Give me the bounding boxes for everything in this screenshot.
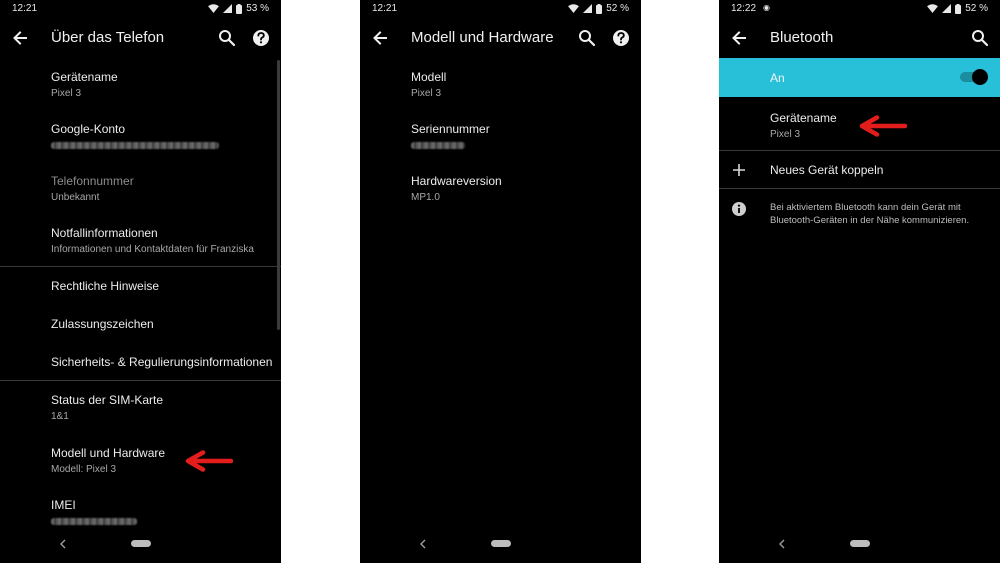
nav-back-icon[interactable] (417, 538, 429, 550)
battery-level: 52 % (606, 3, 629, 14)
item-title: Zulassungszeichen (51, 317, 154, 331)
nav-home-pill[interactable] (491, 540, 511, 547)
item-title: Modell und Hardware (51, 446, 166, 460)
item-title: IMEI (51, 498, 76, 512)
item-title: Hardwareversion (411, 174, 502, 188)
signal-icon (583, 4, 592, 13)
wifi-icon (208, 4, 219, 13)
divider (0, 380, 281, 381)
item-subtitle: Unbekannt (51, 192, 100, 203)
red-arrow-icon (183, 450, 233, 472)
screen-model-hardware: 12:21 52 % Modell und Hardware Modell Pi… (360, 0, 641, 563)
redacted-value (411, 142, 465, 149)
item-subtitle: Pixel 3 (411, 88, 442, 99)
app-bar: Modell und Hardware (360, 18, 641, 58)
item-title: Rechtliche Hinweise (51, 279, 160, 293)
battery-icon (955, 4, 961, 14)
item-sim-status[interactable]: Status der SIM-Karte 1&1 (51, 393, 273, 422)
nav-back-icon[interactable] (57, 538, 69, 550)
scrollbar[interactable] (277, 60, 280, 330)
divider (0, 266, 281, 267)
search-icon[interactable] (217, 28, 237, 48)
search-icon[interactable] (970, 28, 990, 48)
item-title: Google-Konto (51, 122, 126, 136)
plus-icon (731, 162, 747, 178)
battery-icon (596, 4, 602, 14)
item-google-account[interactable]: Google-Konto (51, 122, 273, 154)
item-regulatory-labels[interactable]: Zulassungszeichen (51, 317, 273, 331)
item-device-name[interactable]: Gerätename Pixel 3 (51, 70, 273, 99)
signal-icon (942, 4, 951, 13)
divider (719, 188, 1000, 189)
nav-bar (360, 533, 641, 555)
app-bar: Über das Telefon (0, 18, 281, 58)
bluetooth-toggle-bar[interactable]: An (719, 58, 1000, 97)
item-safety-regulatory[interactable]: Sicherheits- & Regulierungsinformationen (51, 355, 273, 369)
red-arrow-icon (857, 115, 907, 137)
search-icon[interactable] (577, 28, 597, 48)
status-time: 12:21 (12, 3, 38, 14)
nav-bar (719, 533, 1000, 555)
redacted-value (51, 518, 137, 525)
back-arrow-icon[interactable] (729, 28, 749, 48)
page-title: Über das Telefon (51, 29, 165, 46)
bluetooth-switch[interactable] (960, 69, 988, 85)
redacted-value (51, 142, 219, 149)
item-hardware-version[interactable]: Hardwareversion MP1.0 (411, 174, 633, 203)
item-subtitle: 1&1 (51, 411, 69, 422)
item-title: Status der SIM-Karte (51, 393, 164, 407)
toggle-label: An (770, 71, 785, 85)
info-icon (731, 201, 747, 217)
item-serial-number[interactable]: Seriennummer (411, 122, 633, 154)
back-arrow-icon[interactable] (10, 28, 30, 48)
item-phone-number: Telefonnummer Unbekannt (51, 174, 273, 203)
switch-knob (972, 69, 988, 85)
item-subtitle: Modell: Pixel 3 (51, 464, 117, 475)
item-title: Modell (411, 70, 447, 84)
help-icon[interactable] (251, 28, 271, 48)
item-title: Notfallinformationen (51, 226, 158, 240)
pair-new-device[interactable]: Neues Gerät koppeln (770, 163, 992, 177)
nav-bar (0, 533, 281, 555)
status-bar: 12:21 53 % (0, 0, 281, 18)
item-imei[interactable]: IMEI (51, 498, 273, 530)
status-bar: 12:22 ◉ 52 % (719, 0, 1000, 18)
help-icon[interactable] (611, 28, 631, 48)
item-legal-info[interactable]: Rechtliche Hinweise (51, 279, 273, 293)
screen-bluetooth: 12:22 ◉ 52 % Bluetooth An Gerätename Pix… (719, 0, 1000, 563)
status-bar: 12:21 52 % (360, 0, 641, 18)
divider (719, 150, 1000, 151)
item-model-hardware[interactable]: Modell und Hardware Modell: Pixel 3 (51, 446, 273, 475)
bluetooth-info-text: Bei aktiviertem Bluetooth kann dein Gerä… (770, 202, 970, 226)
notification-dot-icon: ◉ (763, 3, 770, 12)
item-model[interactable]: Modell Pixel 3 (411, 70, 633, 99)
screen-about-phone: 12:21 53 % Über das Telefon Gerätename P… (0, 0, 281, 563)
item-title: Neues Gerät koppeln (770, 163, 884, 177)
battery-level: 53 % (246, 3, 269, 14)
nav-back-icon[interactable] (776, 538, 788, 550)
nav-home-pill[interactable] (131, 540, 151, 547)
item-emergency-info[interactable]: Notfallinformationen Informationen und K… (51, 226, 273, 255)
wifi-icon (568, 4, 579, 13)
item-title: Seriennummer (411, 122, 490, 136)
item-title: Gerätename (51, 70, 118, 84)
app-bar: Bluetooth (719, 18, 1000, 58)
item-subtitle: Pixel 3 (51, 88, 82, 99)
nav-home-pill[interactable] (850, 540, 870, 547)
signal-icon (223, 4, 232, 13)
item-subtitle: MP1.0 (411, 192, 440, 203)
item-subtitle: Informationen und Kontaktdaten für Franz… (51, 244, 254, 255)
back-arrow-icon[interactable] (370, 28, 390, 48)
battery-level: 52 % (965, 3, 988, 14)
page-title: Bluetooth (770, 29, 834, 46)
item-title: Telefonnummer (51, 174, 134, 188)
wifi-icon (927, 4, 938, 13)
status-time: 12:21 (372, 3, 398, 14)
battery-icon (236, 4, 242, 14)
page-title: Modell und Hardware (411, 29, 554, 46)
status-time: 12:22 (731, 3, 757, 14)
item-title: Sicherheits- & Regulierungsinformationen (51, 355, 273, 369)
